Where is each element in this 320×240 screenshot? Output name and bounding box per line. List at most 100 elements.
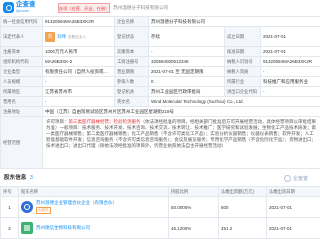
region-value: 江苏省苏州市 — [42, 86, 115, 97]
shareholder-name-link[interactable]: 苏州德信生物科技有限公司 — [36, 225, 90, 231]
info-row: 人员规模 - 参保人数 0 所属行业 科技推广和应用服务业 — [0, 76, 320, 87]
shareholder-tag: 大股东 — [36, 207, 51, 214]
legal-rep-cell: 刘 刘伟 关联企业 2 — [42, 26, 115, 47]
table-row: 2 苏州德信生物科技有限公司 45.1200% 451.2 2021-07-01 — [0, 217, 320, 239]
related-companies-link[interactable]: 关联企业 2 — [68, 33, 85, 41]
info-row: 所属地区 江苏省苏州市 登记机关 苏州工业园区行政审批局 进出口企业代码 - — [0, 86, 320, 97]
logo-text[interactable]: 企查查 — [16, 1, 36, 9]
company-logo-icon — [21, 201, 33, 213]
approved-date-label: 核准日期 — [224, 46, 261, 57]
subscribed-date: 2021-07-01 — [266, 217, 320, 239]
reg-no-value[interactable]: 320594000512346 — [148, 56, 225, 67]
legal-rep-label: 法定代表人 — [0, 26, 43, 47]
industry-label: 所属行业 — [224, 76, 261, 87]
subscribed-amount: 451.2 — [218, 217, 267, 239]
authority-value: 苏州工业园区行政审批局 — [148, 86, 225, 97]
org-code-value[interactable]: MA26B3XK-2 — [42, 56, 115, 67]
company-name-label: 企业名称 — [114, 16, 149, 27]
reg-capital-label: 注册资本 — [0, 46, 43, 57]
shareholder-cell: 苏州温德企业管理合伙企业（有限合伙） 大股东 — [18, 196, 169, 218]
shareholder-text: 苏州温德企业管理合伙企业（有限合伙） 大股东 — [36, 200, 117, 214]
qcc-logo-icon[interactable] — [3, 2, 14, 13]
shareholders-header: 股东信息 3 企查查 — [0, 172, 320, 185]
info-row: 企业类型 有限责任公司（自然人投资或控股） 营业期限 2021-07-01 至 … — [0, 66, 320, 77]
shareholder: 苏州德信生物科技有限公司 — [21, 222, 166, 234]
shareholders-table: 序号 股东名称 持股比例 认缴出资额(万元) 认缴出资日期 1 苏州温德企业管理… — [0, 186, 320, 239]
table-row: 1 苏州温德企业管理合伙企业（有限合伙） 大股东 50.0000% 500 20… — [0, 196, 320, 218]
status-value: 存续 — [148, 26, 225, 47]
info-row: 注册资本 1000万元人民币 实缴资本 - 核准日期 2021-07-01 — [0, 46, 320, 57]
term-value: 2021-07-01 至 无固定期限 — [148, 66, 225, 77]
info-row: 曾用名 - 英文名 Wind Molecular Technology (Suz… — [0, 96, 320, 107]
company-logo-icon — [21, 222, 33, 234]
share-ratio: 45.1200% — [168, 217, 219, 239]
qcc-watermark-icon — [284, 175, 291, 182]
column-header: 股东名称 — [18, 186, 169, 197]
founded-value: 2021-07-01 — [259, 26, 320, 47]
reg-no-label: 工商注册号 — [114, 56, 149, 67]
table-header-row: 序号 股东名称 持股比例 认缴出资额(万元) 认缴出资日期 — [0, 186, 320, 197]
staff-label: 人员规模 — [0, 76, 43, 87]
page-header: 企查查 Qcc.com 存续（在营、开业、在册） 苏州温德分子科技有限公司 — [0, 0, 320, 16]
row-index: 1 — [0, 196, 19, 218]
taxpayer-label: 纳税人资质 — [224, 66, 261, 77]
company-type-value: 有限责任公司（自然人投资或控股） — [42, 66, 115, 77]
status-tag: 存续（在营、开业、在册） — [58, 3, 110, 13]
org-code-label: 组织机构代码 — [0, 56, 43, 67]
business-info-table: 统一社会信用代码 91320594MA26B3XK2R 企业名称 苏州温德分子科… — [0, 16, 320, 169]
column-header: 序号 — [0, 186, 19, 197]
scope-prefix: 许可项目： — [46, 119, 69, 124]
staff-value: - — [42, 76, 115, 87]
info-row: 组织机构代码 MA26B3XK-2 工商注册号 320594000512346 … — [0, 56, 320, 67]
status-label: 登记状态 — [114, 26, 149, 47]
authority-label: 登记机关 — [114, 86, 149, 97]
header-company-name: 苏州温德分子科技有限公司 — [113, 5, 169, 10]
section-title: 股东信息 — [4, 175, 27, 181]
term-label: 营业期限 — [114, 66, 149, 77]
subscribed-date: 2021-07-01 — [266, 196, 320, 218]
company-name-value[interactable]: 苏州温德分子科技有限公司 — [147, 16, 320, 27]
legal-rep-name-link[interactable]: 刘伟 — [57, 33, 66, 41]
info-row: 经营范围 许可项目：第三类医疗器械经营；检验检测服务（依法须经批准的项目，经相关… — [0, 116, 320, 169]
shareholder-text: 苏州德信生物科技有限公司 — [36, 225, 90, 231]
founded-label: 成立日期 — [224, 26, 261, 47]
address-label: 注册地址 — [0, 106, 43, 117]
paid-capital-value: - — [148, 46, 225, 57]
former-name-value: - — [42, 96, 115, 107]
column-header[interactable]: 持股比例 — [168, 186, 219, 197]
logo-subtitle: Qcc.com — [16, 9, 29, 13]
credit-code-label: 统一社会信用代码 — [0, 16, 43, 27]
shareholder: 苏州温德企业管理合伙企业（有限合伙） 大股东 — [21, 200, 166, 214]
info-row: 注册地址 中国（江苏）自由贸易试验区苏州片区苏州工业园区星湖街218号 — [0, 106, 320, 117]
avatar: 刘 — [45, 31, 55, 42]
watermark-text: 企查查 — [293, 176, 309, 182]
watermark: 企查查 — [284, 174, 308, 183]
insured-value: 0 — [148, 76, 225, 87]
column-header[interactable]: 认缴出资日期 — [266, 186, 320, 197]
scope-value: 许可项目：第三类医疗器械经营；检验检测服务（依法须经批准的项目，经相关部门批准后… — [41, 116, 320, 169]
tax-id-value[interactable]: 91320594MA26B3XK2R — [259, 56, 320, 67]
tax-id-label: 纳税人识别号 — [224, 56, 261, 67]
subscribed-amount: 500 — [218, 196, 267, 218]
industry-value: 科技推广和应用服务业 — [259, 76, 320, 87]
column-header[interactable]: 认缴出资额(万元) — [218, 186, 267, 197]
english-name-value: Wind Molecular Technology (Suzhou) Co., … — [147, 96, 320, 107]
company-type-label: 企业类型 — [0, 66, 43, 77]
shareholder-cell: 苏州德信生物科技有限公司 — [18, 217, 169, 239]
scope-label: 经营范围 — [0, 116, 43, 169]
info-row: 统一社会信用代码 91320594MA26B3XK2R 企业名称 苏州温德分子科… — [0, 16, 320, 27]
shareholder-name-link[interactable]: 苏州温德企业管理合伙企业（有限合伙） — [36, 200, 117, 206]
paid-capital-label: 实缴资本 — [114, 46, 149, 57]
region-label: 所属地区 — [0, 86, 43, 97]
ie-code-value: - — [259, 86, 320, 97]
reg-capital-value: 1000万元人民币 — [42, 46, 115, 57]
credit-code-value[interactable]: 91320594MA26B3XK2R — [42, 16, 115, 27]
row-index: 2 — [0, 217, 19, 239]
english-name-label: 英文名 — [114, 96, 149, 107]
taxpayer-value: - — [259, 66, 320, 77]
count-badge: 3 — [30, 175, 33, 181]
info-row: 法定代表人 刘 刘伟 关联企业 2 登记状态 存续 成立日期 2021-07-0… — [0, 26, 320, 47]
former-name-label: 曾用名 — [0, 96, 43, 107]
address-value[interactable]: 中国（江苏）自由贸易试验区苏州片区苏州工业园区星湖街218号 — [41, 106, 320, 117]
ie-code-label: 进出口企业代码 — [224, 86, 261, 97]
